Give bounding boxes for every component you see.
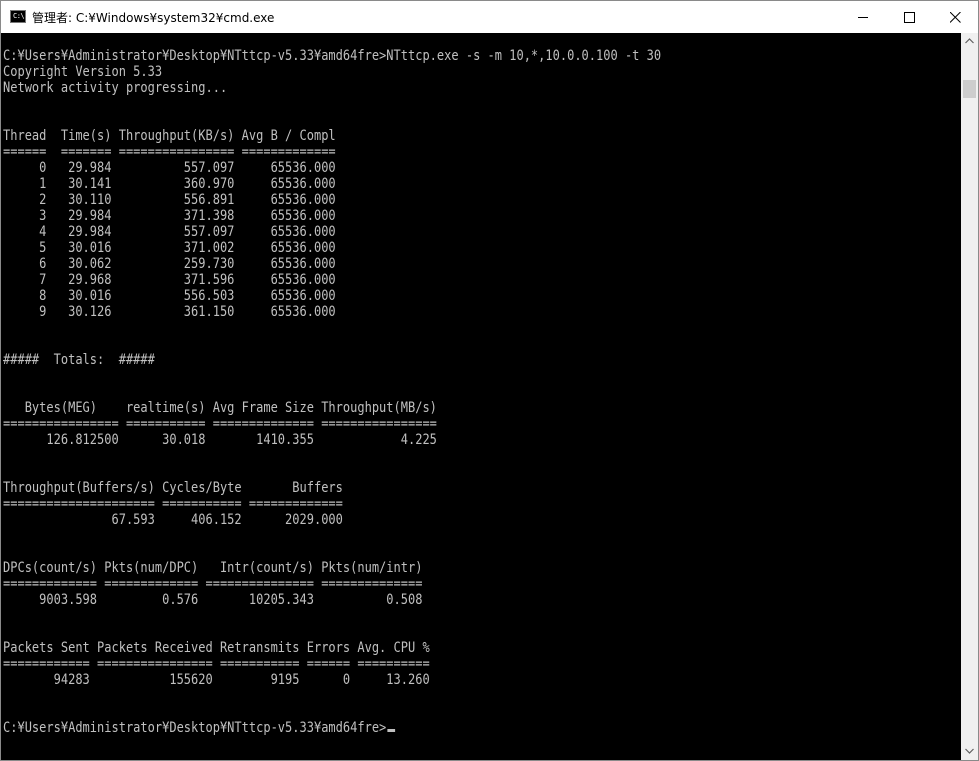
console-line: 0 29.984 557.097 65536.000 xyxy=(3,160,336,176)
scroll-thumb[interactable] xyxy=(963,80,976,98)
console-line: 3 29.984 371.398 65536.000 xyxy=(3,208,336,224)
scroll-up-button[interactable] xyxy=(961,33,978,50)
close-button[interactable] xyxy=(932,1,978,33)
console-line: Throughput(Buffers/s) Cycles/Byte Buffer… xyxy=(3,480,343,496)
close-icon xyxy=(950,12,961,23)
cmd-icon-glyph: C:\ xyxy=(13,12,25,20)
console-line: Copyright Version 5.33 xyxy=(3,64,163,80)
console-line: ===================== =========== ======… xyxy=(3,496,343,512)
console-line: Packets Sent Packets Received Retransmit… xyxy=(3,640,430,656)
console-line: ============ ================ ==========… xyxy=(3,656,430,672)
console-line: 5 30.016 371.002 65536.000 xyxy=(3,240,336,256)
console-area[interactable]: C:¥Users¥Administrator¥Desktop¥NTttcp-v5… xyxy=(1,33,961,760)
console-output: C:¥Users¥Administrator¥Desktop¥NTttcp-v5… xyxy=(3,48,661,736)
minimize-icon xyxy=(858,17,868,18)
console-line: ================ =========== ===========… xyxy=(3,416,437,432)
text-cursor xyxy=(387,729,395,732)
title-bar[interactable]: C:\ 管理者: C:¥Windows¥system32¥cmd.exe xyxy=(1,1,978,33)
scroll-down-button[interactable] xyxy=(961,743,978,760)
console-line: 4 29.984 557.097 65536.000 xyxy=(3,224,336,240)
console-line: 94283 155620 9195 0 13.260 xyxy=(3,672,430,688)
console-line: ====== ======= ================ ========… xyxy=(3,144,336,160)
console-line: ##### Totals: ##### xyxy=(3,352,155,368)
console-line: 126.812500 30.018 1410.355 4.225 xyxy=(3,432,437,448)
console-line: 2 30.110 556.891 65536.000 xyxy=(3,192,336,208)
command-prompt: C:¥Users¥Administrator¥Desktop¥NTttcp-v5… xyxy=(3,720,387,736)
console-line: 67.593 406.152 2029.000 xyxy=(3,512,343,528)
maximize-button[interactable] xyxy=(886,1,932,33)
scroll-down-arrow-icon xyxy=(965,748,974,754)
console-line: 7 29.968 371.596 65536.000 xyxy=(3,272,336,288)
cmd-window: C:\ 管理者: C:¥Windows¥system32¥cmd.exe C:¥… xyxy=(0,0,979,761)
console-line: 6 30.062 259.730 65536.000 xyxy=(3,256,336,272)
console-line: Thread Time(s) Throughput(KB/s) Avg B / … xyxy=(3,128,336,144)
vertical-scrollbar[interactable] xyxy=(961,33,978,760)
cmd-icon[interactable]: C:\ xyxy=(10,10,26,23)
console-line: 8 30.016 556.503 65536.000 xyxy=(3,288,336,304)
console-line: Bytes(MEG) realtime(s) Avg Frame Size Th… xyxy=(3,400,437,416)
maximize-icon xyxy=(904,12,915,23)
console-line: 9003.598 0.576 10205.343 0.508 xyxy=(3,592,423,608)
console-line: 9 30.126 361.150 65536.000 xyxy=(3,304,336,320)
window-title: 管理者: C:¥Windows¥system32¥cmd.exe xyxy=(32,11,275,25)
console-line: Network activity progressing... xyxy=(3,80,228,96)
minimize-button[interactable] xyxy=(840,1,886,33)
console-line: DPCs(count/s) Pkts(num/DPC) Intr(count/s… xyxy=(3,560,423,576)
scroll-up-arrow-icon xyxy=(965,38,974,44)
console-line: ============= ============= ============… xyxy=(3,576,423,592)
console-line: 1 30.141 360.970 65536.000 xyxy=(3,176,336,192)
console-line: C:¥Users¥Administrator¥Desktop¥NTttcp-v5… xyxy=(3,48,662,64)
